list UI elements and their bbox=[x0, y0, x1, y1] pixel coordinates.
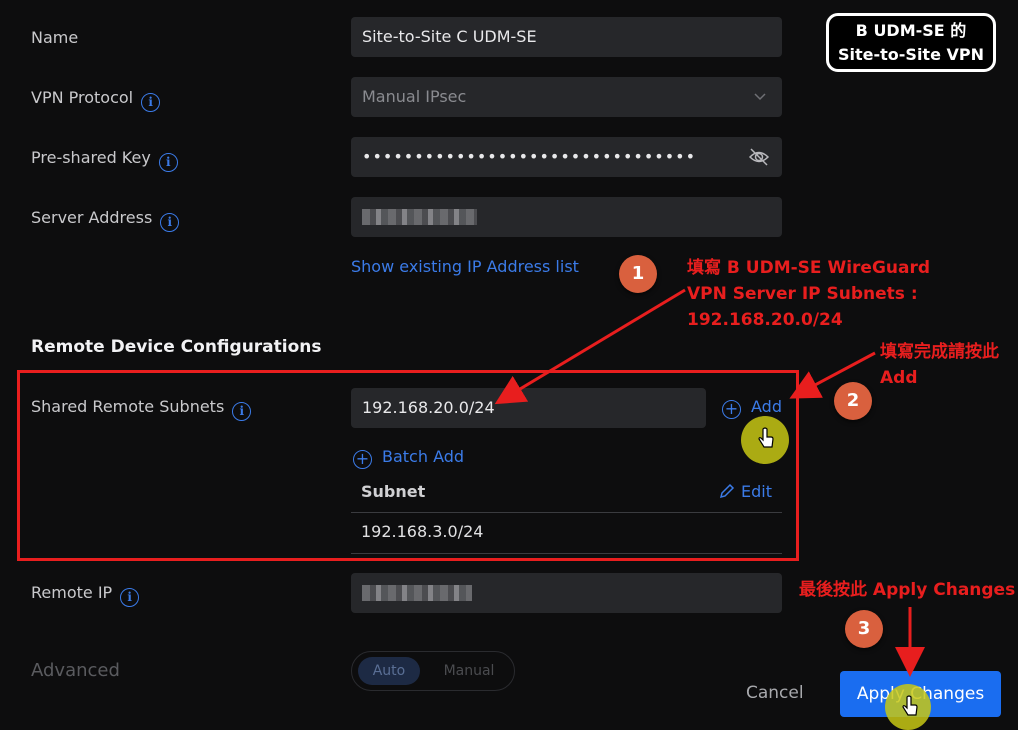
step-badge-2: 2 bbox=[834, 382, 872, 420]
step1-line1: 填寫 B UDM-SE WireGuard bbox=[687, 258, 931, 278]
step1-line2: VPN Server IP Subnets : bbox=[687, 284, 918, 304]
step-badge-1: 1 bbox=[619, 255, 657, 293]
step2-line2: Add bbox=[880, 368, 918, 388]
step1-annotation: 填寫 B UDM-SE WireGuard VPN Server IP Subn… bbox=[687, 255, 930, 333]
step2-line1: 填寫完成請按此 bbox=[880, 342, 999, 362]
step2-annotation: 填寫完成請按此 Add bbox=[880, 339, 999, 391]
hand-cursor-icon bbox=[758, 427, 774, 448]
step1-line3: 192.168.20.0/24 bbox=[687, 310, 843, 330]
hand-cursor-icon bbox=[902, 695, 918, 716]
step3-annotation: 最後按此 Apply Changes bbox=[799, 580, 1016, 600]
step-badge-3: 3 bbox=[845, 610, 883, 648]
arrow-step1 bbox=[494, 288, 686, 405]
